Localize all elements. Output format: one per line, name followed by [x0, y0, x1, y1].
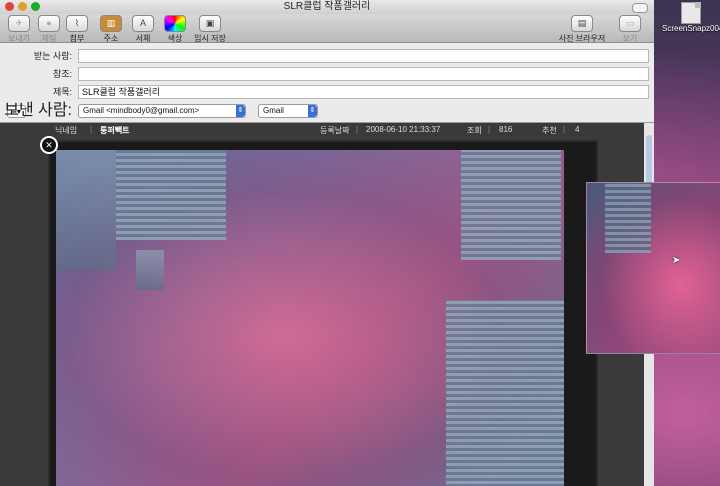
- photo-browser-label: 사진 브라우저: [558, 34, 606, 43]
- address-button[interactable]: ▥ 주소: [94, 15, 128, 44]
- color-label: 색상: [167, 34, 183, 43]
- chat-icon: ●: [38, 15, 60, 32]
- date-value: 2008-06-10 21:33:37: [366, 125, 441, 134]
- send-icon: ✈: [8, 15, 30, 32]
- font-label: 서체: [135, 34, 151, 43]
- save-draft-button[interactable]: ▣ 임시 저장: [190, 15, 230, 44]
- desktop-file-label: ScreenSnapz004.jpg: [662, 24, 720, 33]
- from-label: 보낸 사람:: [4, 102, 72, 119]
- send-label: 보내기: [7, 34, 31, 43]
- cursor-icon: ➤: [672, 255, 681, 266]
- post-info-row: 닉네임 | 퉁퍼빽트 등록날짜 | 2008-06-10 21:33:37 조회…: [0, 123, 644, 137]
- views-value: 816: [499, 125, 513, 134]
- paperclip-icon: ⌇: [66, 15, 88, 32]
- jpg-file-icon: [681, 2, 701, 24]
- minimize-window-button[interactable]: [18, 2, 27, 11]
- date-label: 등록날짜: [320, 126, 350, 135]
- font-button[interactable]: A 서체: [126, 15, 160, 44]
- chevron-updown-icon: ⇕: [236, 105, 245, 117]
- to-field[interactable]: [78, 49, 649, 63]
- photo-frame: [48, 140, 598, 486]
- mail-compose-window: SLR클럽 작품갤러리 ✈ 보내기 ● 채팅 ⌇ 첨부 ▥ 주소 A 서체 색상…: [0, 0, 654, 486]
- separator: |: [563, 125, 566, 134]
- separator: |: [488, 125, 491, 134]
- recommend-label: 추천: [542, 126, 557, 135]
- desktop-file[interactable]: ScreenSnapz004.jpg: [662, 2, 720, 33]
- photo-browser-icon: ▤: [571, 15, 593, 32]
- view-icon: ▭: [619, 15, 641, 32]
- address-label: 주소: [103, 34, 119, 43]
- address-book-icon: ▥: [100, 15, 122, 32]
- view-button[interactable]: ▭ 보기: [608, 15, 652, 44]
- nickname-value: 퉁퍼빽트: [100, 126, 130, 135]
- zoom-window-button[interactable]: [31, 2, 40, 11]
- message-header: 받는 사람: 참조: 제목: SLR클럽 작품갤러리 ≡▾ 보낸 사람: Gma…: [0, 43, 654, 123]
- to-label: 받는 사람:: [33, 51, 72, 61]
- color-wheel-icon: [164, 15, 186, 32]
- crowd-photo[interactable]: [56, 150, 564, 486]
- account-select[interactable]: Gmail ⇕: [258, 104, 318, 118]
- title-bar[interactable]: SLR클럽 작품갤러리: [0, 0, 654, 14]
- from-value: Gmail <mindbody0@gmail.com>: [83, 106, 200, 115]
- cc-label: 참조:: [52, 69, 72, 79]
- account-value: Gmail: [263, 106, 284, 115]
- color-button[interactable]: 색상: [158, 15, 192, 44]
- view-label: 보기: [622, 34, 638, 43]
- views-label: 조회: [467, 126, 482, 135]
- message-body[interactable]: 닉네임 | 퉁퍼빽트 등록날짜 | 2008-06-10 21:33:37 조회…: [0, 123, 644, 486]
- close-window-button[interactable]: [5, 2, 14, 11]
- cc-field[interactable]: [78, 67, 649, 81]
- attach-label: 첨부: [69, 34, 85, 43]
- separator: |: [356, 125, 359, 134]
- close-image-icon[interactable]: ✕: [40, 136, 58, 154]
- subject-label: 제목:: [52, 87, 72, 97]
- save-draft-icon: ▣: [199, 15, 221, 32]
- separator: |: [90, 125, 93, 134]
- font-icon: A: [132, 15, 154, 32]
- subject-field[interactable]: SLR클럽 작품갤러리: [78, 85, 649, 99]
- toolbar-toggle-button[interactable]: [632, 3, 648, 13]
- chat-label: 채팅: [41, 34, 57, 43]
- from-select[interactable]: Gmail <mindbody0@gmail.com> ⇕: [78, 104, 246, 118]
- send-button[interactable]: ✈ 보내기: [2, 15, 36, 44]
- nickname-label: 닉네임: [55, 126, 78, 135]
- toolbar: ✈ 보내기 ● 채팅 ⌇ 첨부 ▥ 주소 A 서체 색상 ▣ 임시 저장 ▤ 사…: [0, 14, 654, 43]
- photo-browser-button[interactable]: ▤ 사진 브라우저: [558, 15, 606, 44]
- attach-button[interactable]: ⌇ 첨부: [60, 15, 94, 44]
- window-title: SLR클럽 작품갤러리: [283, 1, 371, 12]
- save-draft-label: 임시 저장: [194, 34, 226, 43]
- dragged-image-preview[interactable]: [586, 182, 720, 354]
- chevron-updown-icon: ⇕: [308, 105, 317, 117]
- recommend-value: 4: [575, 125, 580, 134]
